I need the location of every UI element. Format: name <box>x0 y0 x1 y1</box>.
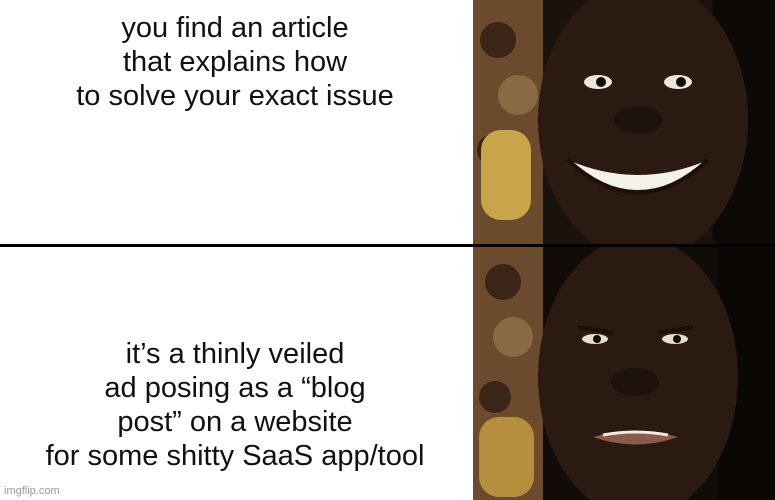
top-caption-area: you find an article that explains how to… <box>0 12 470 132</box>
happy-reaction-photo <box>473 0 775 244</box>
disappointed-face-illustration <box>473 247 775 500</box>
bottom-caption-area: it’s a thinly veiled ad posing as a “blo… <box>0 338 470 488</box>
meme-canvas: you find an article that explains how to… <box>0 0 775 500</box>
happy-face-illustration <box>473 0 775 244</box>
imgflip-watermark: imgflip.com <box>4 485 60 497</box>
bottom-caption: it’s a thinly veiled ad posing as a “blo… <box>45 338 425 472</box>
top-caption: you find an article that explains how to… <box>76 12 394 112</box>
disappointed-reaction-photo <box>473 247 775 500</box>
